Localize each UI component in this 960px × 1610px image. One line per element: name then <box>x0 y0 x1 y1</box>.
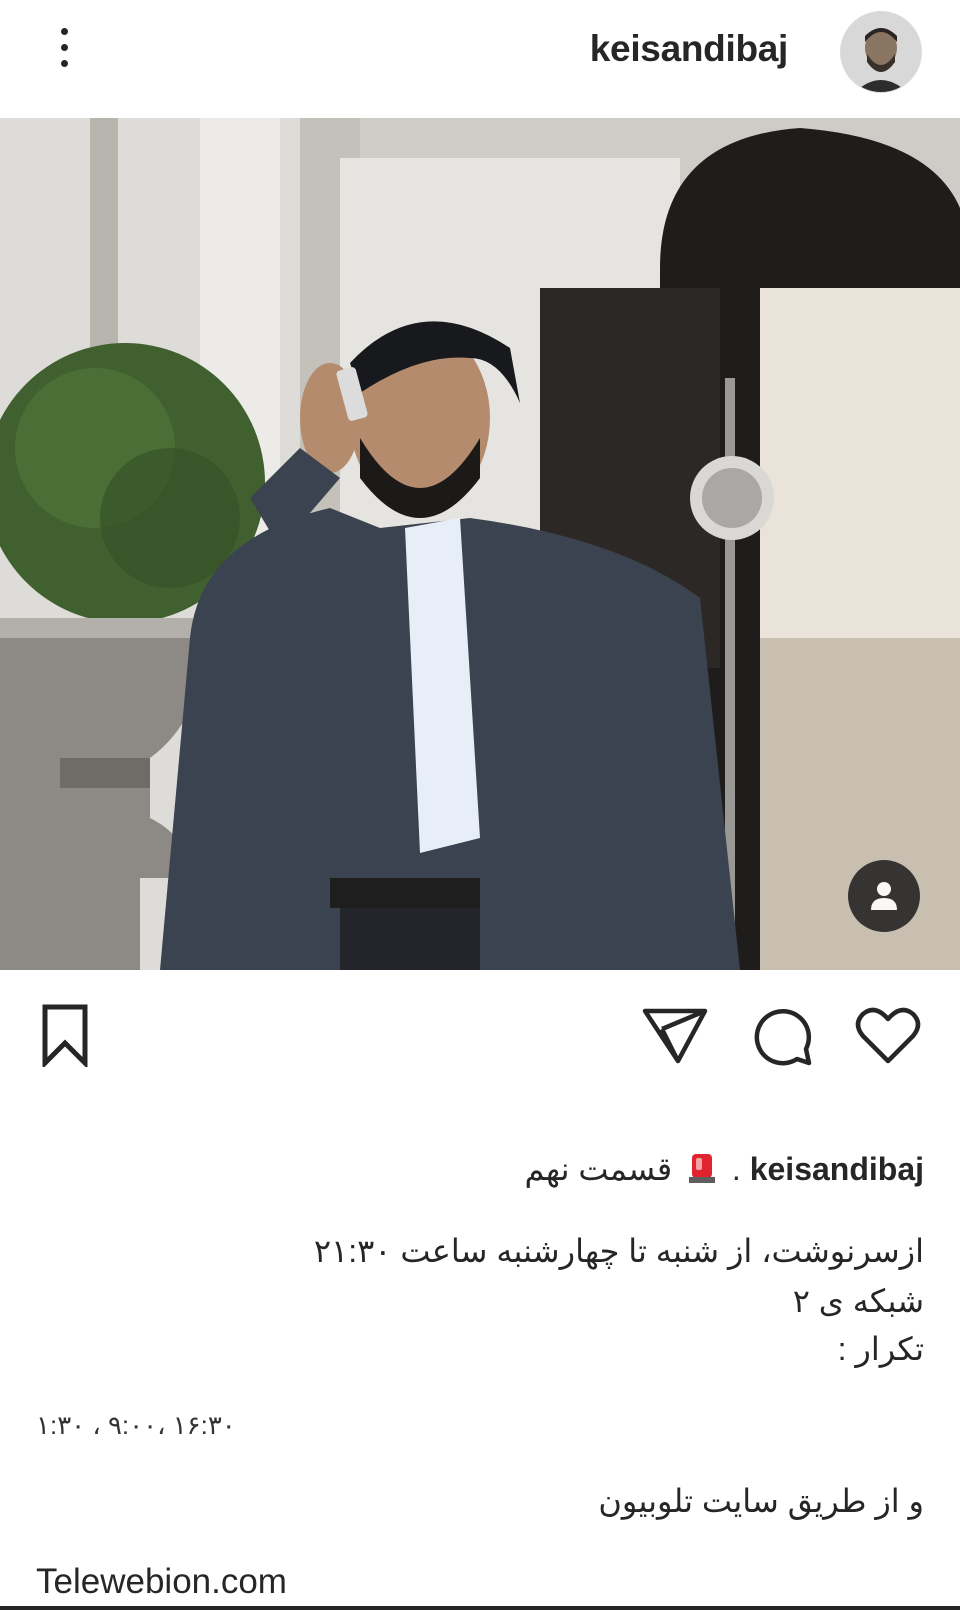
post-photo-image <box>0 118 960 970</box>
post-header: keisandibaj <box>0 0 960 118</box>
caption-username[interactable]: keisandibaj <box>750 1151 924 1187</box>
post-photo[interactable] <box>0 118 960 970</box>
post-actions <box>0 970 960 1080</box>
caption-line-schedule: ازسرنوشت، از شنبه تا چهارشنبه ساعت ۲۱:۳۰ <box>313 1233 924 1269</box>
like-button[interactable] <box>853 1000 923 1070</box>
caption-line-website: و از طریق سایت تلوبیون <box>598 1483 924 1519</box>
caption-repeat-times: ۱:۳۰ ، ۹:۰۰، ۱۶:۳۰ <box>36 1410 236 1440</box>
caption-title: قسمت نهم <box>524 1151 673 1187</box>
caption-site-link[interactable]: Telewebion.com <box>36 1562 287 1602</box>
more-options-icon[interactable] <box>50 28 78 72</box>
caption-headline: keisandibaj . قسمت نهم <box>525 1150 924 1188</box>
header-username[interactable]: keisandibaj <box>590 28 789 70</box>
share-button[interactable] <box>640 1000 710 1070</box>
avatar[interactable] <box>840 11 922 93</box>
paper-plane-icon <box>642 1008 708 1064</box>
user-tag-icon <box>871 882 897 910</box>
caption-line-channel: شبکه ی ۲ <box>792 1283 924 1319</box>
save-button[interactable] <box>30 1000 100 1070</box>
comment-button[interactable] <box>748 1000 818 1070</box>
caption-line-repeat: تکرار : <box>837 1331 924 1367</box>
heart-icon <box>855 1007 921 1064</box>
bottom-divider <box>0 1606 960 1610</box>
comment-bubble-icon <box>754 1008 812 1066</box>
caption-separator: . <box>731 1151 741 1187</box>
tag-people-button[interactable] <box>848 860 920 932</box>
police-light-icon <box>689 1154 716 1183</box>
bookmark-icon <box>42 1004 88 1067</box>
